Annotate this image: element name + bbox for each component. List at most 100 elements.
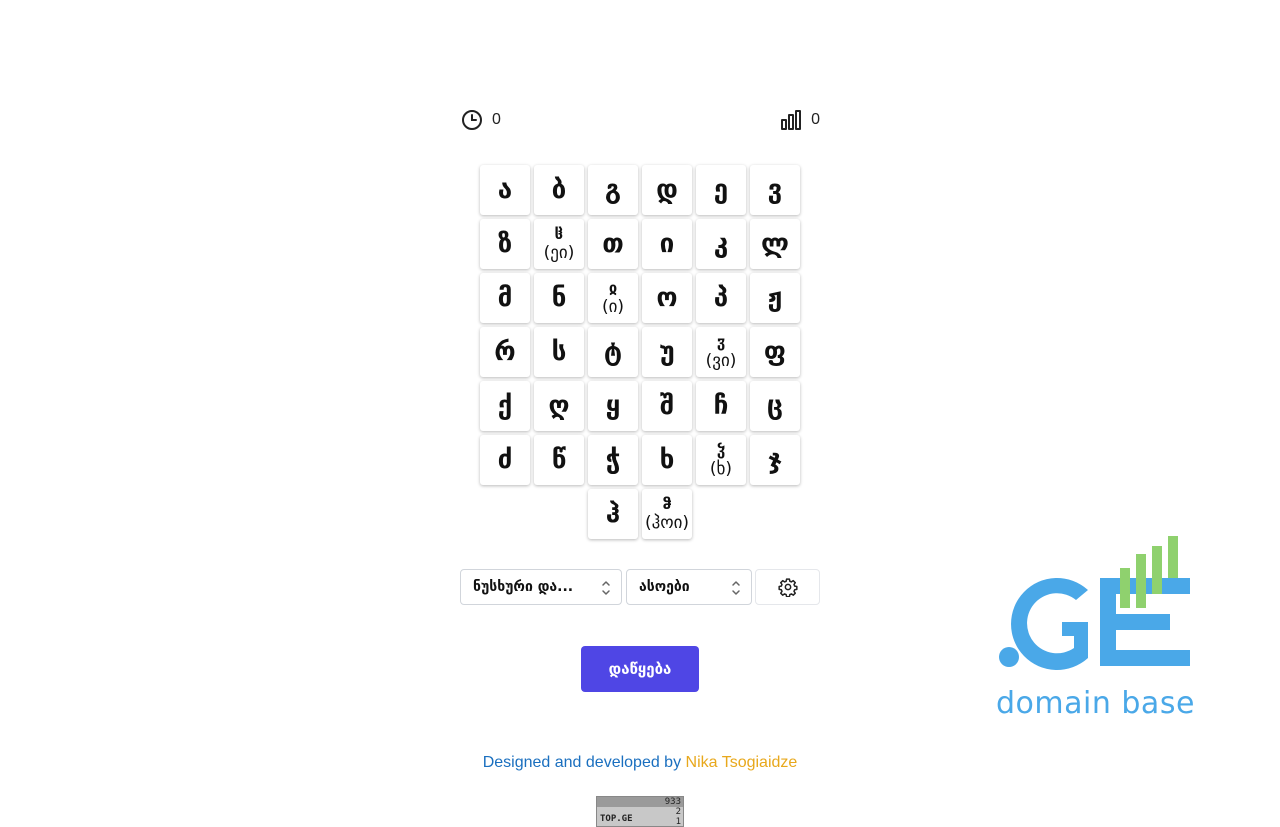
letter-tile[interactable]: უ: [642, 327, 692, 377]
controls-bar: ნუსხური და... ასოები: [460, 569, 820, 605]
letter-tile[interactable]: დ: [642, 165, 692, 215]
letter-transliteration: (ვი): [705, 350, 737, 371]
stats-bar: 0 0: [460, 108, 820, 132]
letter-tile[interactable]: ს: [534, 327, 584, 377]
letter-tile[interactable]: ჭ: [588, 435, 638, 485]
letter-transliteration: (ეი): [543, 242, 575, 263]
letter-tile[interactable]: ჰ: [588, 489, 638, 539]
gear-icon: [777, 578, 798, 597]
clock-icon: [462, 110, 482, 130]
letter-tile[interactable]: ც: [750, 381, 800, 431]
letter-tile[interactable]: ძ: [480, 435, 530, 485]
settings-button[interactable]: [755, 569, 820, 605]
counter-values: 933 2 1: [665, 797, 681, 827]
letter-tile[interactable]: ჴ (ხ): [696, 435, 746, 485]
letter-tile[interactable]: ტ: [588, 327, 638, 377]
letter-glyph: ჟ: [767, 283, 783, 313]
letter-tile[interactable]: ჯ: [750, 435, 800, 485]
letter-glyph: დ: [656, 175, 678, 205]
topge-counter[interactable]: 933 2 1 TOP.GE: [596, 796, 684, 827]
letter-tile[interactable]: ჱ (ეი): [534, 219, 584, 269]
score-value: 0: [811, 111, 820, 128]
letter-glyph: ჳ: [716, 332, 726, 351]
letter-transliteration: (ი): [601, 296, 625, 317]
letter-glyph: ხ: [659, 445, 675, 475]
letter-glyph: ძ: [497, 445, 513, 475]
letter-tile[interactable]: ლ: [750, 219, 800, 269]
author-link[interactable]: Nika Tsogiaidze: [686, 754, 798, 771]
letter-glyph: ს: [551, 337, 567, 367]
letter-tile[interactable]: კ: [696, 219, 746, 269]
alphabet-select[interactable]: ნუსხური და...: [460, 569, 622, 605]
letter-tile[interactable]: რ: [480, 327, 530, 377]
letter-tile[interactable]: შ: [642, 381, 692, 431]
letter-glyph: ჱ: [554, 224, 564, 243]
timer-value: 0: [492, 111, 501, 128]
letter-glyph: გ: [604, 175, 622, 205]
letter-glyph: ქ: [497, 391, 513, 421]
letter-tile[interactable]: ქ: [480, 381, 530, 431]
counter-value: 933: [664, 797, 681, 807]
letter-grid: ა ბ გ დ ე ვ ზ ჱ (ეი) თ ი კ ლ მ ნ ჲ (ი) ო პ ჟ რ ს ტ უ ჳ (ვი) ფ ქ ღ ყ შ ჩ…: [480, 165, 800, 543]
letter-row: ქ ღ ყ შ ჩ ც: [480, 381, 800, 431]
letter-glyph: რ: [494, 337, 516, 367]
letter-glyph: ი: [659, 229, 675, 259]
letter-glyph: ზ: [497, 229, 513, 259]
letter-tile[interactable]: ჟ: [750, 273, 800, 323]
letter-glyph: ფ: [763, 337, 787, 367]
letter-glyph: ლ: [761, 229, 789, 259]
letter-tile[interactable]: ჩ: [696, 381, 746, 431]
letter-glyph: კ: [713, 229, 729, 259]
letter-glyph: წ: [551, 445, 567, 475]
start-button[interactable]: დაწყება: [581, 646, 699, 692]
letter-tile[interactable]: ვ: [750, 165, 800, 215]
letter-glyph: ც: [766, 391, 784, 421]
mode-select-value: ასოები: [639, 579, 690, 595]
letter-tile[interactable]: ჲ (ი): [588, 273, 638, 323]
letter-row: ჰ ჵ (ჰოი): [480, 489, 800, 539]
letter-glyph: თ: [602, 229, 624, 259]
letter-tile[interactable]: ჵ (ჰოი): [642, 489, 692, 539]
letter-tile[interactable]: ღ: [534, 381, 584, 431]
letter-tile[interactable]: მ: [480, 273, 530, 323]
letter-tile[interactable]: გ: [588, 165, 638, 215]
chevron-updown-icon: [602, 581, 610, 595]
letter-tile[interactable]: პ: [696, 273, 746, 323]
letter-tile[interactable]: ი: [642, 219, 692, 269]
letter-tile[interactable]: თ: [588, 219, 638, 269]
letter-row: მ ნ ჲ (ი) ო პ ჟ: [480, 273, 800, 323]
letter-tile[interactable]: წ: [534, 435, 584, 485]
letter-row: ძ წ ჭ ხ ჴ (ხ) ჯ: [480, 435, 800, 485]
letter-tile[interactable]: ჳ (ვი): [696, 327, 746, 377]
letter-glyph: ო: [656, 283, 678, 313]
counter-brand: TOP.GE: [600, 814, 633, 824]
letter-tile[interactable]: ფ: [750, 327, 800, 377]
bar-chart-icon: [781, 110, 802, 130]
letter-tile[interactable]: ო: [642, 273, 692, 323]
alphabet-select-value: ნუსხური და...: [473, 579, 574, 595]
letter-tile[interactable]: ხ: [642, 435, 692, 485]
letter-glyph: ჰ: [605, 499, 621, 529]
letter-glyph: ყ: [605, 391, 621, 421]
letter-glyph: ვ: [767, 175, 783, 205]
score: 0: [779, 108, 820, 132]
mode-select[interactable]: ასოები: [626, 569, 752, 605]
letter-glyph: ჴ: [716, 440, 726, 459]
letter-tile[interactable]: ზ: [480, 219, 530, 269]
logo-tagline: domain base: [996, 686, 1195, 721]
letter-tile[interactable]: ბ: [534, 165, 584, 215]
letter-tile[interactable]: ე: [696, 165, 746, 215]
credit-prefix: Designed and developed by: [482, 754, 682, 771]
letter-row: ა ბ გ დ ე ვ: [480, 165, 800, 215]
letter-tile[interactable]: ნ: [534, 273, 584, 323]
letter-glyph: შ: [659, 391, 675, 421]
timer: 0: [460, 108, 501, 132]
letter-glyph: ნ: [551, 283, 567, 313]
letter-transliteration: (ჰოი): [644, 512, 690, 533]
letter-tile[interactable]: ა: [480, 165, 530, 215]
letter-glyph: ჩ: [713, 391, 729, 421]
letter-tile[interactable]: ყ: [588, 381, 638, 431]
letter-row: რ ს ტ უ ჳ (ვი) ფ: [480, 327, 800, 377]
letter-glyph: მ: [497, 283, 513, 313]
letter-glyph: ჲ: [608, 278, 618, 297]
